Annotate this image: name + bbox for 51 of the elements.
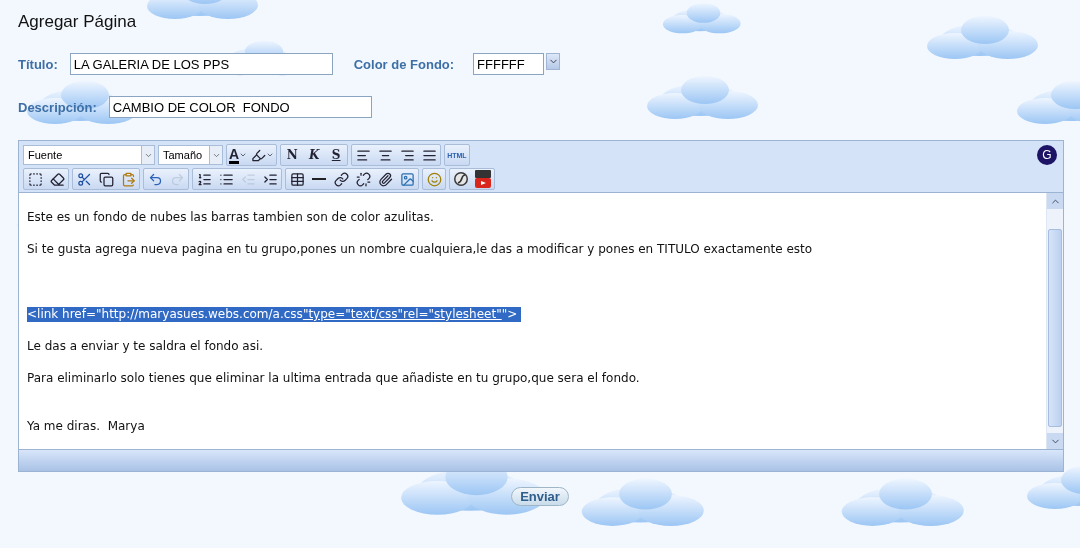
paragraph: Le das a enviar y te saldra el fondo asi. [27,339,265,354]
redo-icon [169,171,185,187]
align-right-icon [399,147,415,163]
toolbar-button[interactable] [472,169,494,189]
undo-icon [147,171,163,187]
smiley-icon [426,171,442,187]
user-avatar[interactable]: G [1037,145,1057,165]
indent-icon [262,171,278,187]
unlink-icon [355,171,371,187]
paragraph: Ya me diras. Marya [27,419,146,434]
caret-icon [266,151,275,159]
toolbar-button[interactable]: N [281,145,304,165]
caret-icon [239,151,248,159]
outdent-icon [240,171,256,187]
title-field[interactable]: LA GALERIA DE LOS PPS [69,53,333,75]
video-icon [475,170,491,188]
align-left-icon [355,147,371,163]
color-field[interactable]: FFFFFF [473,53,545,75]
paste-icon [120,171,136,187]
link-icon [333,171,349,187]
description-field[interactable]: CAMBIO DE COLOR FONDO [108,96,372,118]
scrollbar[interactable] [1046,193,1063,449]
toolbar-button[interactable]: S [325,145,348,165]
field-label: Color de Fondo: [353,56,455,72]
selected-text: <link href="http://maryasues.webs.com/a.css"type="text/css"rel="stylesheet""> [27,307,522,322]
align-justify-icon [421,147,437,163]
eraser-icon [49,171,65,187]
scissors-icon [76,171,92,187]
numbered-list-icon [196,171,212,187]
bullet-list-icon [218,171,234,187]
paragraph: Este es un fondo de nubes las barras tambien son de color azulitas. [27,210,435,225]
font-select[interactable]: Fuente [23,145,155,165]
table-icon [289,171,305,187]
flash-icon [453,171,469,187]
highlighter-icon [251,147,267,163]
paragraph: Si te gusta agrega nueva pagina en tu grupo,pones un nombre cualquiera,le das a modificar y pones en TITULO exactamente esto [27,242,814,257]
dashed-square-icon [27,171,43,187]
font-color-label: A [229,146,240,164]
copy-icon [98,171,114,187]
size-select[interactable]: Tamaño [158,145,223,165]
paperclip-icon [377,171,393,187]
send-button[interactable]: Enviar [511,487,569,506]
toolbar-button[interactable]: K [303,145,326,165]
horizontal-rule-icon [312,178,326,180]
toolbar-button[interactable]: A [227,145,250,165]
field-label: Descripción: [18,99,97,115]
field-label: Título: [18,56,58,72]
align-center-icon [377,147,393,163]
image-icon [399,171,415,187]
page-title: Agregar Página [18,12,138,33]
paragraph: Para eliminarlo solo tienes que eliminar la ultima entrada que añadiste en tu grupo,que sera el fondo. [27,371,641,386]
